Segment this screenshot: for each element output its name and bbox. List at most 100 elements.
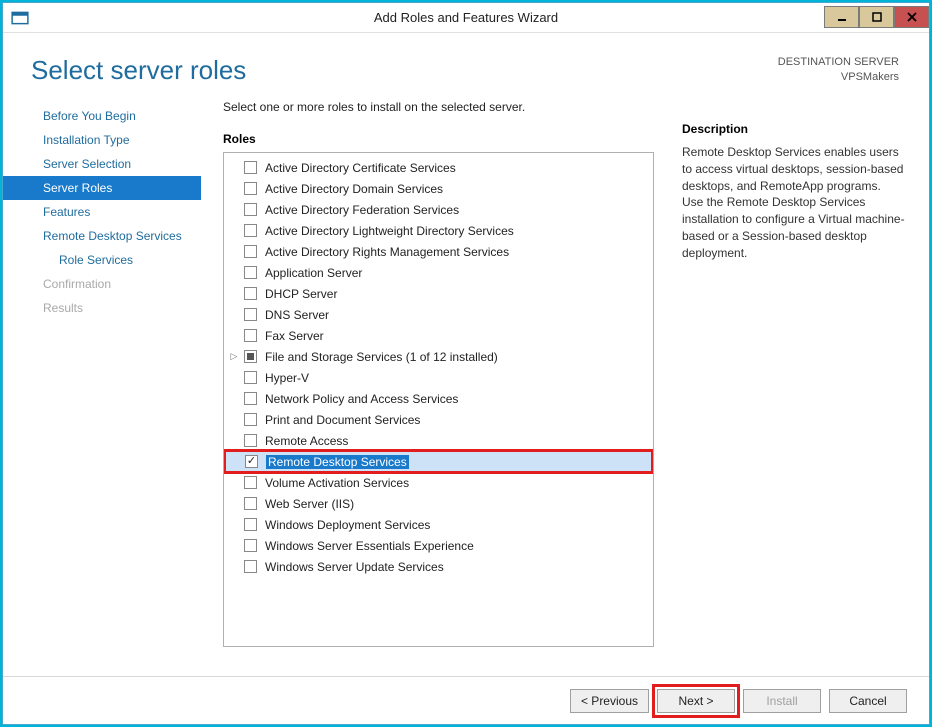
description-heading: Description <box>682 122 905 136</box>
nav-item-before-you-begin[interactable]: Before You Begin <box>3 104 201 128</box>
close-button[interactable] <box>894 6 929 28</box>
role-checkbox[interactable] <box>244 392 257 405</box>
role-label: Fax Server <box>265 329 324 343</box>
previous-button[interactable]: < Previous <box>570 689 649 713</box>
role-checkbox[interactable] <box>244 182 257 195</box>
role-row[interactable]: Active Directory Lightweight Directory S… <box>224 220 653 241</box>
role-checkbox[interactable] <box>244 329 257 342</box>
nav-item-label: Remote Desktop Services <box>43 229 182 243</box>
nav-item-confirmation: Confirmation <box>3 272 201 296</box>
role-checkbox[interactable] <box>244 434 257 447</box>
role-checkbox[interactable] <box>244 161 257 174</box>
destination-box: DESTINATION SERVER VPSMakers <box>778 55 899 85</box>
role-label: Active Directory Rights Management Servi… <box>265 245 509 259</box>
maximize-icon <box>871 12 883 22</box>
role-row[interactable]: Print and Document Services <box>224 409 653 430</box>
role-checkbox[interactable] <box>244 308 257 321</box>
roles-listbox[interactable]: Active Directory Certificate ServicesAct… <box>223 152 654 647</box>
role-label: Application Server <box>265 266 362 280</box>
page-title: Select server roles <box>31 55 246 86</box>
nav-item-role-services[interactable]: Role Services <box>3 248 201 272</box>
role-checkbox[interactable] <box>244 497 257 510</box>
role-row[interactable]: Remote Desktop Services <box>225 451 652 472</box>
nav-item-server-selection[interactable]: Server Selection <box>3 152 201 176</box>
cancel-button[interactable]: Cancel <box>829 689 907 713</box>
role-checkbox[interactable] <box>244 350 257 363</box>
role-row[interactable]: Fax Server <box>224 325 653 346</box>
role-checkbox[interactable] <box>244 539 257 552</box>
header-row: Select server roles DESTINATION SERVER V… <box>3 33 929 96</box>
role-label: Active Directory Federation Services <box>265 203 459 217</box>
role-checkbox[interactable] <box>244 245 257 258</box>
role-row[interactable]: Windows Server Update Services <box>224 556 653 577</box>
role-row[interactable]: Active Directory Certificate Services <box>224 157 653 178</box>
role-row[interactable]: DNS Server <box>224 304 653 325</box>
close-icon <box>906 12 918 22</box>
description-column: Description Remote Desktop Services enab… <box>674 96 929 676</box>
nav-item-label: Results <box>43 301 83 315</box>
role-row[interactable]: ▷ File and Storage Services (1 of 12 inst… <box>224 346 653 367</box>
roles-column: Select one or more roles to install on t… <box>201 96 674 676</box>
window-title: Add Roles and Features Wizard <box>374 10 558 25</box>
role-checkbox[interactable] <box>244 413 257 426</box>
nav-item-server-roles[interactable]: Server Roles <box>3 176 201 200</box>
nav-item-label: Role Services <box>59 253 133 267</box>
content-area: Select server roles DESTINATION SERVER V… <box>3 33 929 724</box>
role-label: Remote Access <box>265 434 348 448</box>
maximize-button[interactable] <box>859 6 894 28</box>
role-row[interactable]: DHCP Server <box>224 283 653 304</box>
role-row[interactable]: Windows Server Essentials Experience <box>224 535 653 556</box>
role-label: Network Policy and Access Services <box>265 392 458 406</box>
nav-item-results: Results <box>3 296 201 320</box>
role-checkbox[interactable] <box>244 266 257 279</box>
role-label: Windows Deployment Services <box>265 518 430 532</box>
role-checkbox[interactable] <box>244 518 257 531</box>
minimize-button[interactable] <box>824 6 859 28</box>
nav-item-label: Confirmation <box>43 277 111 291</box>
role-row[interactable]: Hyper-V <box>224 367 653 388</box>
nav-item-label: Features <box>43 205 90 219</box>
role-checkbox[interactable] <box>244 371 257 384</box>
role-label: Web Server (IIS) <box>265 497 354 511</box>
role-label: Print and Document Services <box>265 413 420 427</box>
role-row[interactable]: Volume Activation Services <box>224 472 653 493</box>
titlebar: Add Roles and Features Wizard <box>3 3 929 33</box>
role-checkbox[interactable] <box>244 287 257 300</box>
role-row[interactable]: Active Directory Rights Management Servi… <box>224 241 653 262</box>
nav-item-label: Before You Begin <box>43 109 136 123</box>
role-checkbox[interactable] <box>245 455 258 468</box>
instruction-text: Select one or more roles to install on t… <box>223 100 654 114</box>
role-label: File and Storage Services (1 of 12 insta… <box>265 350 498 364</box>
role-label: DNS Server <box>265 308 329 322</box>
nav-item-label: Server Roles <box>43 181 112 195</box>
role-row[interactable]: Active Directory Domain Services <box>224 178 653 199</box>
expand-icon[interactable]: ▷ <box>228 351 240 362</box>
description-text: Remote Desktop Services enables users to… <box>682 144 905 262</box>
role-checkbox[interactable] <box>244 560 257 573</box>
next-button[interactable]: Next > <box>657 689 735 713</box>
role-label: DHCP Server <box>265 287 337 301</box>
role-row[interactable]: Windows Deployment Services <box>224 514 653 535</box>
role-row[interactable]: Remote Access <box>224 430 653 451</box>
role-checkbox[interactable] <box>244 203 257 216</box>
role-row[interactable]: Application Server <box>224 262 653 283</box>
nav-item-features[interactable]: Features <box>3 200 201 224</box>
install-button[interactable]: Install <box>743 689 821 713</box>
main-columns: Before You BeginInstallation TypeServer … <box>3 96 929 676</box>
role-row[interactable]: Network Policy and Access Services <box>224 388 653 409</box>
nav-item-installation-type[interactable]: Installation Type <box>3 128 201 152</box>
minimize-icon <box>836 12 848 22</box>
destination-label: DESTINATION SERVER <box>778 55 899 70</box>
role-checkbox[interactable] <box>244 224 257 237</box>
role-row[interactable]: Active Directory Federation Services <box>224 199 653 220</box>
app-icon <box>11 9 29 27</box>
role-row[interactable]: Web Server (IIS) <box>224 493 653 514</box>
role-label: Volume Activation Services <box>265 476 409 490</box>
window-controls <box>824 7 929 28</box>
role-label: Active Directory Lightweight Directory S… <box>265 224 514 238</box>
role-checkbox[interactable] <box>244 476 257 489</box>
role-label: Remote Desktop Services <box>266 455 409 469</box>
roles-heading: Roles <box>223 132 654 146</box>
wizard-window: Add Roles and Features Wizard Select ser… <box>2 2 930 725</box>
nav-item-remote-desktop-services[interactable]: Remote Desktop Services <box>3 224 201 248</box>
